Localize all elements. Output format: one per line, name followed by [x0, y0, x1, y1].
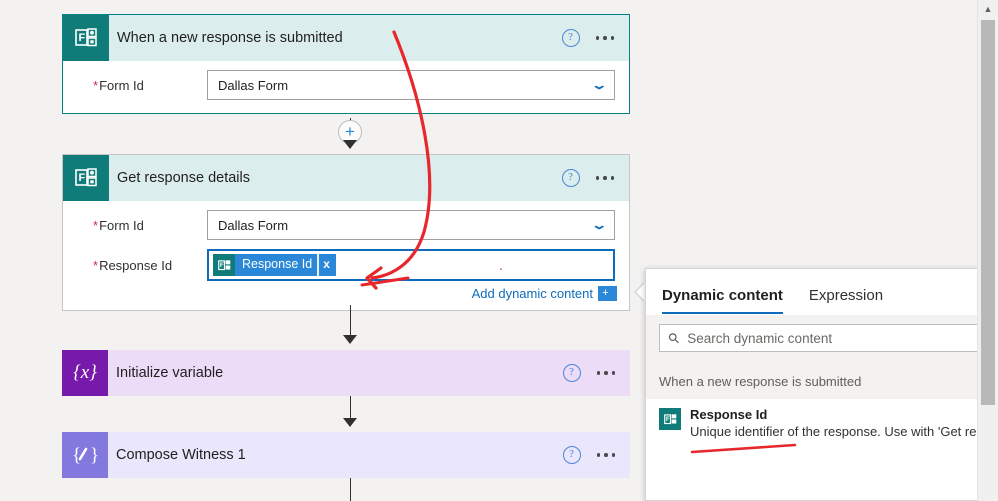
card-header-actions: ? [561, 169, 630, 187]
chevron-down-icon[interactable]: ⌄ [591, 79, 608, 91]
search-icon: ⚲ [664, 328, 684, 347]
field-label-text: Form Id [99, 77, 144, 93]
connector-arrowhead [343, 140, 357, 149]
response-id-input[interactable]: F Response Id x . [207, 249, 615, 281]
card-title: Compose Witness 1 [116, 447, 246, 463]
help-icon[interactable]: ? [562, 446, 581, 464]
connector-arrowhead [343, 418, 357, 427]
card-header-actions: ? [562, 446, 631, 464]
svg-text:F: F [79, 32, 86, 44]
variable-glyph: {x} [73, 362, 97, 383]
card-title: Initialize variable [116, 365, 224, 381]
chevron-down-icon[interactable]: ⌄ [591, 219, 608, 231]
flow-card-trigger[interactable]: F When a new response is submitted ? *Fo… [62, 14, 630, 114]
card-body-spacer [77, 100, 615, 113]
card-title: When a new response is submitted [117, 30, 343, 46]
search-placeholder: Search dynamic content [687, 330, 833, 346]
add-dynamic-content-row: Add dynamic content + [77, 281, 615, 310]
form-id-dropdown[interactable]: Dallas Form ⌄ [207, 210, 615, 240]
panel-group-label: When a new response is submitted [646, 361, 998, 399]
add-dynamic-content-button[interactable]: + [598, 286, 615, 301]
flow-card-initialize-variable[interactable]: {x} Initialize variable ? [62, 350, 630, 396]
dynamic-content-item-text: Response Id Unique identifier of the res… [690, 407, 998, 439]
field-row-form-id: *Form Id Dallas Form ⌄ [77, 61, 615, 100]
item-title: Response Id [690, 407, 768, 422]
help-icon[interactable]: ? [562, 364, 581, 382]
svg-text:F: F [219, 262, 223, 269]
microsoft-forms-icon: F [63, 155, 109, 201]
tab-expression[interactable]: Expression [809, 287, 883, 314]
text-cursor-dot: . [499, 257, 503, 273]
card-body: *Form Id Dallas Form ⌄ *Response Id F Re… [63, 201, 629, 310]
card-header[interactable]: F When a new response is submitted ? [63, 15, 629, 61]
svg-text:F: F [665, 416, 669, 423]
required-asterisk: * [93, 217, 99, 233]
add-dynamic-content-link[interactable]: Add dynamic content [472, 286, 593, 301]
microsoft-forms-icon: F [63, 15, 109, 61]
help-icon[interactable]: ? [561, 169, 580, 187]
svg-text:}: } [90, 445, 99, 466]
field-label-text: Response Id [99, 257, 173, 273]
svg-text:{: { [72, 445, 81, 466]
panel-tabs: Dynamic content Expression [646, 269, 998, 314]
card-header-actions: ? [561, 29, 630, 47]
scrollbar-thumb[interactable] [981, 20, 995, 405]
card-header[interactable]: { } Compose Witness 1 ? [62, 432, 630, 478]
variable-braces-icon: {x} [62, 350, 108, 396]
more-options-icon[interactable] [596, 371, 615, 375]
connector-arrowhead [343, 335, 357, 344]
field-label: *Form Id [77, 78, 207, 93]
card-header-actions: ? [562, 364, 631, 382]
dynamic-content-panel: Dynamic content Expression ⚲ Search dyna… [645, 268, 998, 501]
scroll-up-arrow-icon[interactable]: ▲ [978, 0, 998, 18]
form-id-dropdown[interactable]: Dallas Form ⌄ [207, 70, 615, 100]
tab-dynamic-content[interactable]: Dynamic content [662, 287, 783, 314]
panel-search-area: ⚲ Search dynamic content [646, 315, 998, 361]
card-body: *Form Id Dallas Form ⌄ [63, 61, 629, 113]
microsoft-forms-icon: F [213, 254, 235, 276]
search-dynamic-content-input[interactable]: ⚲ Search dynamic content [659, 324, 998, 352]
flow-card-get-response-details[interactable]: F Get response details ? *Form Id Dallas… [62, 154, 630, 311]
field-label: *Response Id [77, 258, 207, 273]
close-icon[interactable]: x [317, 254, 336, 276]
connector-line [350, 478, 351, 501]
vertical-scrollbar[interactable]: ▲ [977, 0, 998, 501]
more-options-icon[interactable] [595, 176, 614, 180]
card-header[interactable]: {x} Initialize variable ? [62, 350, 630, 396]
dynamic-content-item-response-id[interactable]: F Response Id Unique identifier of the r… [646, 399, 998, 447]
field-row-response-id: *Response Id F Response Id x . [77, 240, 615, 281]
field-row-form-id: *Form Id Dallas Form ⌄ [77, 201, 615, 240]
required-asterisk: * [93, 257, 99, 273]
card-title: Get response details [117, 170, 250, 186]
help-icon[interactable]: ? [561, 29, 580, 47]
svg-text:F: F [79, 172, 86, 184]
required-asterisk: * [93, 77, 99, 93]
more-options-icon[interactable] [595, 36, 614, 40]
compose-icon: { } [62, 432, 108, 478]
form-id-value: Dallas Form [218, 217, 289, 233]
microsoft-forms-icon: F [659, 408, 681, 430]
dynamic-content-token[interactable]: F Response Id x [213, 254, 336, 276]
form-id-value: Dallas Form [218, 77, 289, 93]
flow-card-compose-witness-1[interactable]: { } Compose Witness 1 ? [62, 432, 630, 478]
field-label-text: Form Id [99, 217, 144, 233]
field-label: *Form Id [77, 218, 207, 233]
card-header[interactable]: F Get response details ? [63, 155, 629, 201]
more-options-icon[interactable] [596, 453, 615, 457]
item-description: Unique identifier of the response. Use w… [690, 424, 998, 439]
token-label: Response Id [235, 254, 318, 276]
